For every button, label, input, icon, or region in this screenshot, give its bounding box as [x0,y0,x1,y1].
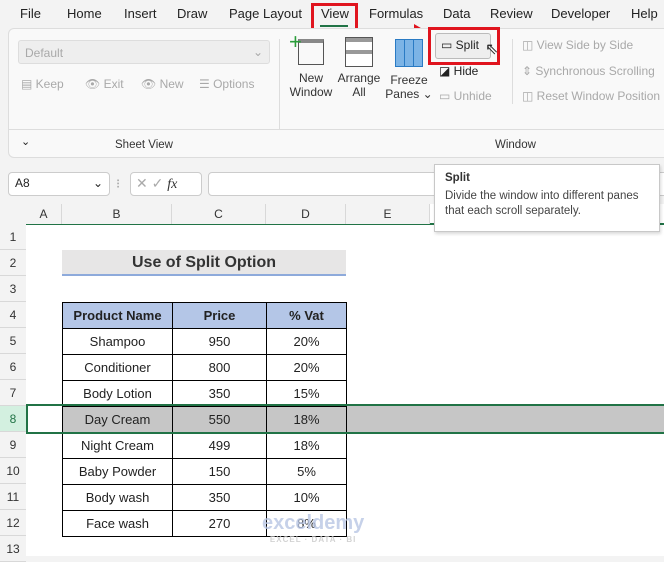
column-header-E[interactable]: E [346,204,430,224]
split-highlight-box [428,27,500,65]
sheet-title: Use of Split Option [62,250,346,276]
watermark-logo: exceldemy EXCEL · DATA · BI [262,512,365,544]
table-cell[interactable]: 20% [266,354,347,381]
table-cell[interactable]: 18% [266,432,347,459]
table-cell[interactable]: 10% [266,484,347,511]
menu-tab-home[interactable]: Home [67,6,102,21]
row-header-1[interactable]: 1 [0,224,26,250]
menu-tab-data[interactable]: Data [443,6,470,21]
table-cell[interactable]: 800 [172,354,267,381]
window-group-label: Window [495,139,536,151]
menu-tab-formulas[interactable]: Formulas [369,6,423,21]
table-cell[interactable]: Face wash [62,510,173,537]
formula-buttons: ✕ ✓ fx [130,172,202,196]
table-cell[interactable]: 499 [172,432,267,459]
menu-tab-review[interactable]: Review [490,6,533,21]
arrange-all-icon [345,37,373,67]
table-cell[interactable]: 5% [266,458,347,485]
column-header-D[interactable]: D [266,204,346,224]
table-cell[interactable]: 550 [172,406,267,433]
table-header-cell[interactable]: % Vat [266,302,347,329]
freeze-panes-icon [395,39,423,67]
collapse-ribbon-icon[interactable]: ⌄ [21,135,30,148]
table-cell[interactable]: 350 [172,380,267,407]
reset-window-position-button[interactable]: ◫ Reset Window Position [522,89,660,103]
split-tooltip: Split Divide the window into different p… [434,164,660,232]
table-cell[interactable]: 18% [266,406,347,433]
table-cell[interactable]: 950 [172,328,267,355]
menu-tab-draw[interactable]: Draw [177,6,207,21]
table-cell[interactable]: 20% [266,328,347,355]
row-header-8[interactable]: 8 [0,406,26,432]
sheet-view-dropdown[interactable]: Default ⌄ [18,40,270,64]
menu-tab-help[interactable]: Help [631,6,658,21]
sheet-view-group-label: Sheet View [115,139,173,151]
options-button[interactable]: ☰ Options [199,77,254,91]
row-header-12[interactable]: 12 [0,510,26,536]
table-cell[interactable]: 350 [172,484,267,511]
view-side-by-side-button[interactable]: ◫ View Side by Side [522,38,633,52]
row-header-5[interactable]: 5 [0,328,26,354]
table-cell[interactable]: 150 [172,458,267,485]
menu-tab-file[interactable]: File [20,6,41,21]
row-header-3[interactable]: 3 [0,276,26,302]
synchronous-scrolling-button[interactable]: ⇕ Synchronous Scrolling [522,64,655,78]
menu-tab-developer[interactable]: Developer [551,6,610,21]
table-cell[interactable]: 15% [266,380,347,407]
fx-icon[interactable]: fx [167,177,177,192]
new-window-button[interactable]: + New Window [289,29,333,99]
row-header-2[interactable]: 2 [0,250,26,276]
column-header-A[interactable]: A [26,204,62,224]
selection-border-bottom [26,432,664,434]
hide-button[interactable]: ◪ Hide [439,64,478,78]
row-header-4[interactable]: 4 [0,302,26,328]
new-window-icon: + [289,29,324,65]
column-header-B[interactable]: B [62,204,172,224]
table-cell[interactable]: Body wash [62,484,173,511]
table-header-cell[interactable]: Price [172,302,267,329]
spreadsheet-grid: A B C D E 1 2 3 4 5 6 7 8 9 10 11 12 13 Use of Split Optio… [0,204,664,562]
unhide-button[interactable]: ▭ Unhide [439,89,492,103]
table-cell[interactable]: Conditioner [62,354,173,381]
row-header-9[interactable]: 9 [0,432,26,458]
keep-button[interactable]: ▤ Keep [21,77,64,91]
selection-border-top [26,404,664,406]
table-cell[interactable]: Body Lotion [62,380,173,407]
table-cell[interactable]: Baby Powder [62,458,173,485]
row-header-11[interactable]: 11 [0,484,26,510]
arrange-all-button[interactable]: Arrange All [335,35,383,99]
row-header-7[interactable]: 7 [0,380,26,406]
row-header-13[interactable]: 13 [0,536,26,562]
menu-tab-page-layout[interactable]: Page Layout [229,6,302,21]
table-header-cell[interactable]: Product Name [62,302,173,329]
enter-icon[interactable]: ✓ [152,175,164,191]
selection-border-left [26,406,28,432]
table-cell[interactable]: Shampoo [62,328,173,355]
table-cell[interactable]: Day Cream [62,406,173,433]
menu-tab-insert[interactable]: Insert [124,6,157,21]
name-box[interactable]: A8 ⌄ [8,172,110,196]
row-header-6[interactable]: 6 [0,354,26,380]
exit-button[interactable]: 👁 Exit [85,77,124,91]
new-button[interactable]: 👁 New [141,77,184,91]
freeze-panes-button[interactable]: Freeze Panes ⌄ [385,35,433,101]
row-header-10[interactable]: 10 [0,458,26,484]
table-cell[interactable]: 270 [172,510,267,537]
table-cell[interactable]: Night Cream [62,432,173,459]
column-header-C[interactable]: C [172,204,266,224]
ribbon: Default ⌄ ▤ Keep 👁 Exit 👁 New ☰ Options S… [8,28,664,158]
cancel-icon[interactable]: ✕ [136,175,148,191]
